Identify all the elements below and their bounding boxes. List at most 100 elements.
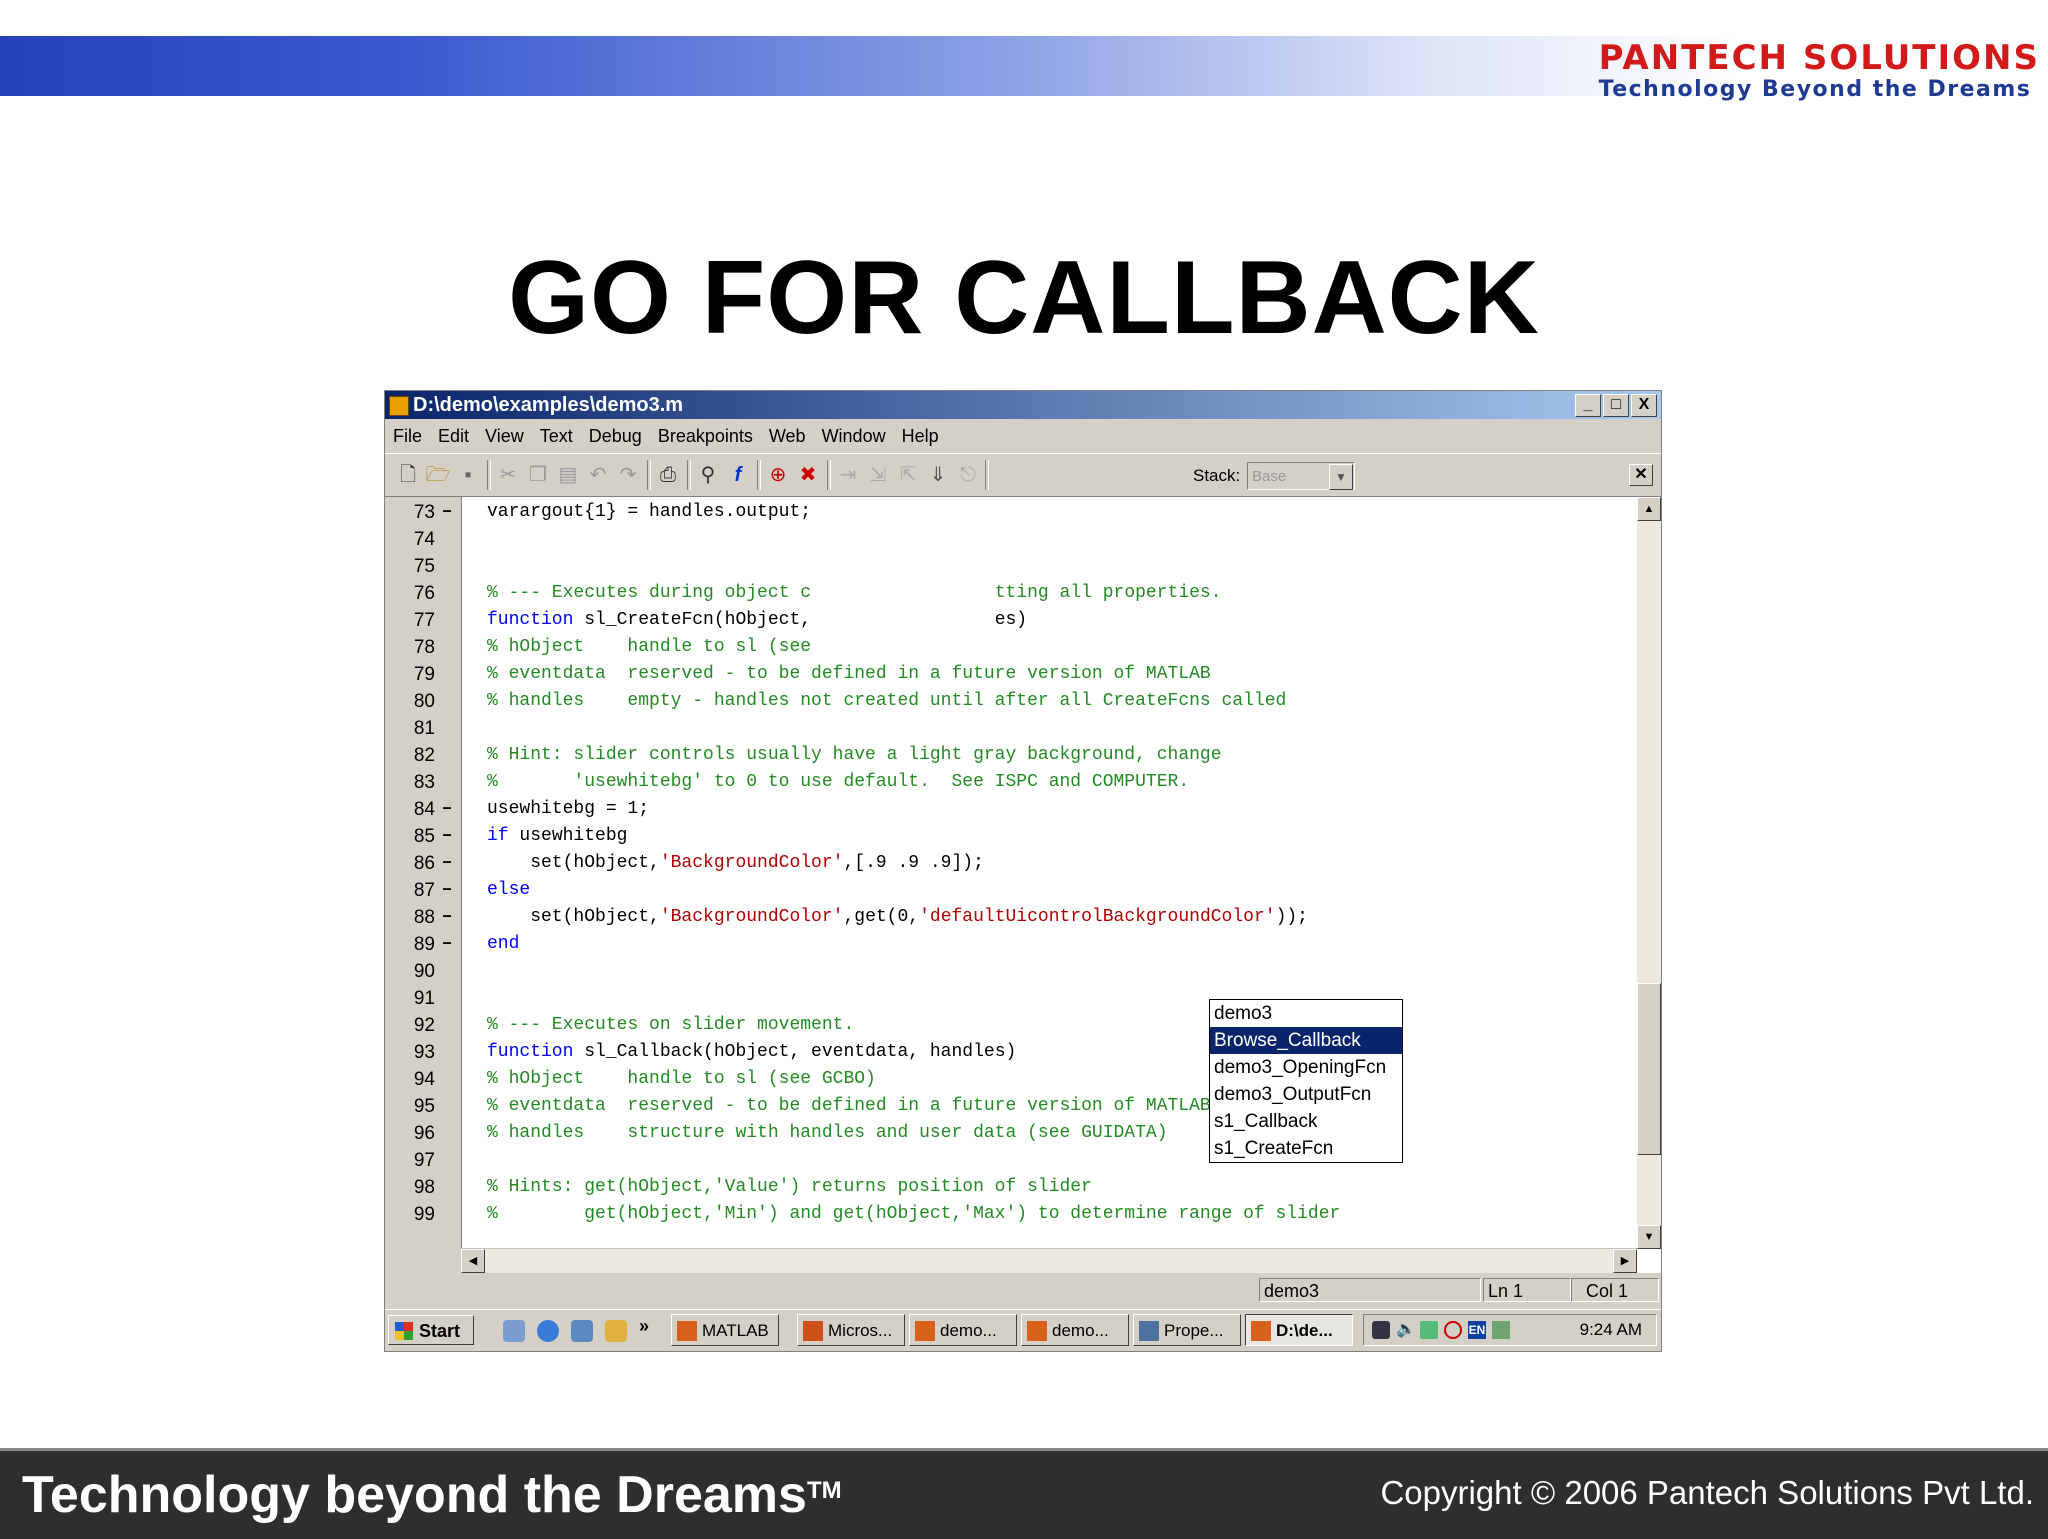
stack-select[interactable]: Base ▼ bbox=[1247, 462, 1355, 490]
scroll-thumb[interactable] bbox=[1637, 983, 1661, 1155]
internet-explorer-icon[interactable] bbox=[537, 1320, 559, 1342]
code-line[interactable]: 83 % 'usewhitebg' to 0 to use default. Se… bbox=[385, 769, 1625, 796]
volume-icon[interactable]: 🔈 bbox=[1396, 1321, 1416, 1339]
close-editor-icon[interactable]: ✕ bbox=[1629, 464, 1653, 486]
menu-debug[interactable]: Debug bbox=[581, 426, 650, 447]
clear-breakpoint-icon[interactable]: ✖ bbox=[795, 462, 821, 488]
function-list-item[interactable]: demo3 bbox=[1210, 1000, 1402, 1027]
code-line[interactable]: 94 % hObject handle to sl (see GCBO) bbox=[385, 1066, 1625, 1093]
code-line[interactable]: 82 % Hint: slider controls usually have a… bbox=[385, 742, 1625, 769]
breakpoint-marker[interactable]: – bbox=[439, 499, 455, 526]
breakpoint-marker[interactable]: – bbox=[439, 877, 455, 904]
vertical-scrollbar[interactable]: ▲ ▼ bbox=[1637, 497, 1661, 1249]
code-line[interactable]: 76 % --- Executes during object c tting a… bbox=[385, 580, 1625, 607]
code-line[interactable]: 86– set(hObject,'BackgroundColor',[.9 .9… bbox=[385, 850, 1625, 877]
breakpoint-marker[interactable]: – bbox=[439, 796, 455, 823]
copy-icon[interactable]: ❐ bbox=[525, 462, 551, 488]
code-line[interactable]: 89– end bbox=[385, 931, 1625, 958]
print-icon[interactable]: ⎙ bbox=[655, 462, 681, 488]
code-line[interactable]: 73– varargout{1} = handles.output; bbox=[385, 499, 1625, 526]
new-file-icon[interactable]: 🗋 bbox=[395, 462, 421, 488]
language-indicator[interactable]: EN bbox=[1468, 1321, 1486, 1339]
function-list-item[interactable]: demo3_OutputFcn bbox=[1210, 1081, 1402, 1108]
antivirus-icon[interactable] bbox=[1444, 1321, 1462, 1339]
breakpoint-marker[interactable]: – bbox=[439, 904, 455, 931]
notepad-quicklaunch-icon[interactable] bbox=[503, 1320, 525, 1342]
code-line[interactable]: 75 bbox=[385, 553, 1625, 580]
mouse-tray-icon[interactable] bbox=[1372, 1321, 1390, 1339]
close-button[interactable]: X bbox=[1631, 394, 1657, 417]
menu-window[interactable]: Window bbox=[814, 426, 894, 447]
step-in-icon[interactable]: ⇲ bbox=[865, 462, 891, 488]
undo-icon[interactable]: ↶ bbox=[585, 462, 611, 488]
scroll-left-icon[interactable]: ◀ bbox=[461, 1249, 485, 1273]
code-editor[interactable]: 73– varargout{1} = handles.output; 74 75 76%… bbox=[385, 497, 1661, 1273]
minimize-button[interactable]: _ bbox=[1575, 394, 1601, 417]
code-line[interactable]: 97 bbox=[385, 1147, 1625, 1174]
keyboard-layout-icon[interactable] bbox=[1492, 1321, 1510, 1339]
breakpoint-marker[interactable]: – bbox=[439, 823, 455, 850]
menu-web[interactable]: Web bbox=[761, 426, 814, 447]
function-list-item[interactable]: Browse_Callback bbox=[1210, 1027, 1402, 1054]
step-out-icon[interactable]: ⇱ bbox=[895, 462, 921, 488]
menu-text[interactable]: Text bbox=[532, 426, 581, 447]
code-line[interactable]: 90 bbox=[385, 958, 1625, 985]
menu-breakpoints[interactable]: Breakpoints bbox=[650, 426, 761, 447]
scroll-right-icon[interactable]: ▶ bbox=[1613, 1249, 1637, 1273]
horizontal-scrollbar[interactable]: ◀ ▶ bbox=[461, 1248, 1637, 1273]
code-line[interactable]: 92 % --- Executes on slider movement. bbox=[385, 1012, 1625, 1039]
menu-view[interactable]: View bbox=[477, 426, 532, 447]
function-list-item[interactable]: s1_CreateFcn bbox=[1210, 1135, 1402, 1162]
scroll-down-icon[interactable]: ▼ bbox=[1637, 1225, 1661, 1249]
open-icon[interactable]: 🗁 bbox=[425, 462, 451, 488]
exit-debug-icon[interactable]: ⎋ bbox=[955, 462, 981, 488]
function-list-item[interactable]: s1_Callback bbox=[1210, 1108, 1402, 1135]
step-icon[interactable]: ⇥ bbox=[835, 462, 861, 488]
code-line[interactable]: 85– if usewhitebg bbox=[385, 823, 1625, 850]
taskbar-task-button[interactable]: D:\de... bbox=[1245, 1314, 1353, 1346]
code-line[interactable]: 98 % Hints: get(hObject,'Value') returns … bbox=[385, 1174, 1625, 1201]
cut-icon[interactable]: ✂ bbox=[495, 462, 521, 488]
taskbar-task-button[interactable]: demo... bbox=[909, 1314, 1017, 1346]
save-icon[interactable]: ▪ bbox=[455, 462, 481, 488]
code-line[interactable]: 74 bbox=[385, 526, 1625, 553]
menu-edit[interactable]: Edit bbox=[430, 426, 477, 447]
code-line[interactable]: 80 % handles empty - handles not created … bbox=[385, 688, 1625, 715]
chevron-down-icon[interactable]: ▼ bbox=[1329, 464, 1353, 490]
code-line[interactable]: 96 % handles structure with handles and u… bbox=[385, 1120, 1625, 1147]
menu-file[interactable]: File bbox=[385, 426, 430, 447]
find-icon[interactable]: ⚲ bbox=[695, 462, 721, 488]
code-line[interactable]: 77 function sl_CreateFcn(hObject, es) bbox=[385, 607, 1625, 634]
continue-icon[interactable]: ⇓ bbox=[925, 462, 951, 488]
code-line[interactable]: 78 % hObject handle to sl (see bbox=[385, 634, 1625, 661]
paste-icon[interactable]: ▤ bbox=[555, 462, 581, 488]
set-breakpoint-icon[interactable]: ⊕ bbox=[765, 462, 791, 488]
code-line[interactable]: 87– else bbox=[385, 877, 1625, 904]
function-icon[interactable]: f bbox=[725, 462, 751, 488]
taskbar-task-button[interactable]: demo... bbox=[1021, 1314, 1129, 1346]
network-icon[interactable] bbox=[1420, 1321, 1438, 1339]
window-titlebar[interactable]: D:\demo\examples\demo3.m _ □ X bbox=[385, 391, 1661, 419]
scroll-up-icon[interactable]: ▲ bbox=[1637, 497, 1661, 521]
code-line[interactable]: 81 bbox=[385, 715, 1625, 742]
breakpoint-marker[interactable]: – bbox=[439, 850, 455, 877]
start-button[interactable]: Start bbox=[388, 1315, 474, 1345]
code-line[interactable]: 91 bbox=[385, 985, 1625, 1012]
show-desktop-icon[interactable] bbox=[605, 1320, 627, 1342]
more-quicklaunch-icon[interactable]: » bbox=[639, 1316, 649, 1337]
code-line[interactable]: 88– set(hObject,'BackgroundColor',get(0,… bbox=[385, 904, 1625, 931]
taskbar-task-button[interactable]: Micros... bbox=[797, 1314, 905, 1346]
code-line[interactable]: 79 % eventdata reserved - to be defined i… bbox=[385, 661, 1625, 688]
maximize-button[interactable]: □ bbox=[1603, 394, 1629, 417]
function-list-item[interactable]: demo3_OpeningFcn bbox=[1210, 1054, 1402, 1081]
breakpoint-marker[interactable]: – bbox=[439, 931, 455, 958]
outlook-icon[interactable] bbox=[571, 1320, 593, 1342]
code-line[interactable]: 99 % get(hObject,'Min') and get(hObject,'… bbox=[385, 1201, 1625, 1228]
menu-help[interactable]: Help bbox=[894, 426, 947, 447]
redo-icon[interactable]: ↷ bbox=[615, 462, 641, 488]
code-line[interactable]: 95 % eventdata reserved - to be defined i… bbox=[385, 1093, 1625, 1120]
code-line[interactable]: 93 function sl_Callback(hObject, eventdat… bbox=[385, 1039, 1625, 1066]
taskbar-task-button[interactable]: MATLAB bbox=[671, 1314, 779, 1346]
code-line[interactable]: 84– usewhitebg = 1; bbox=[385, 796, 1625, 823]
taskbar-task-button[interactable]: Prope... bbox=[1133, 1314, 1241, 1346]
